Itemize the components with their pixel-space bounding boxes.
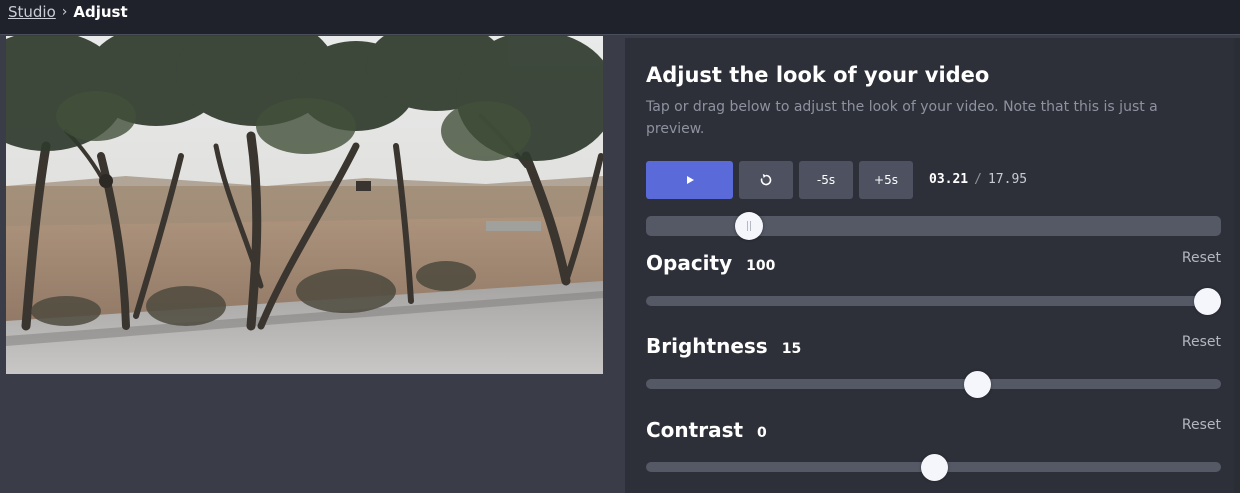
- contrast-label-row: Contrast 0: [646, 418, 767, 442]
- contrast-label: Contrast: [646, 418, 744, 442]
- restart-icon: [760, 174, 772, 186]
- seek-handle[interactable]: [734, 212, 763, 240]
- breadcrumb-current: Adjust: [73, 3, 128, 21]
- brightness-slider-handle[interactable]: [963, 371, 991, 398]
- brightness-label: Brightness: [646, 334, 768, 358]
- adjust-panel: Adjust the look of your video Tap or dra…: [625, 38, 1240, 493]
- contrast-value: 0: [757, 425, 767, 441]
- grip-icon: [746, 221, 751, 231]
- contrast-reset-button[interactable]: Reset: [1182, 417, 1221, 433]
- panel-description: Tap or drag below to adjust the look of …: [646, 99, 1158, 137]
- opacity-reset-button[interactable]: Reset: [1182, 250, 1221, 266]
- breadcrumb-studio-link[interactable]: Studio: [8, 3, 56, 21]
- breadcrumb: Studio › Adjust: [8, 3, 128, 21]
- top-bar: Studio › Adjust: [0, 0, 1240, 35]
- seek-bar[interactable]: [646, 212, 1221, 240]
- scrollbar[interactable]: [1234, 38, 1240, 493]
- panel-title: Adjust the look of your video: [646, 63, 990, 87]
- opacity-value: 100: [746, 258, 776, 274]
- brightness-slider[interactable]: [646, 371, 1221, 398]
- opacity-slider[interactable]: [646, 288, 1221, 315]
- opacity-label-row: Opacity 100: [646, 251, 775, 275]
- forward-5s-button[interactable]: +5s: [859, 161, 913, 199]
- contrast-slider-handle[interactable]: [920, 454, 948, 481]
- contrast-slider[interactable]: [646, 454, 1221, 481]
- opacity-label: Opacity: [646, 251, 733, 275]
- video-preview[interactable]: [6, 36, 603, 374]
- brightness-value: 15: [781, 341, 802, 357]
- brightness-label-row: Brightness 15: [646, 334, 801, 358]
- video-frame-image: [6, 36, 603, 374]
- restart-button[interactable]: [739, 161, 793, 199]
- time-readout: 03.21 / 17.95: [929, 172, 1027, 187]
- opacity-slider-handle[interactable]: [1194, 288, 1221, 315]
- play-button[interactable]: [646, 161, 733, 199]
- brightness-reset-button[interactable]: Reset: [1182, 334, 1221, 350]
- time-separator: /: [974, 172, 982, 187]
- current-time: 03.21: [929, 172, 969, 187]
- preview-area: [0, 36, 620, 493]
- total-time: 17.95: [987, 172, 1028, 187]
- breadcrumb-separator-icon: ›: [61, 4, 68, 20]
- play-icon: [686, 176, 694, 184]
- rewind-5s-button[interactable]: -5s: [799, 161, 853, 199]
